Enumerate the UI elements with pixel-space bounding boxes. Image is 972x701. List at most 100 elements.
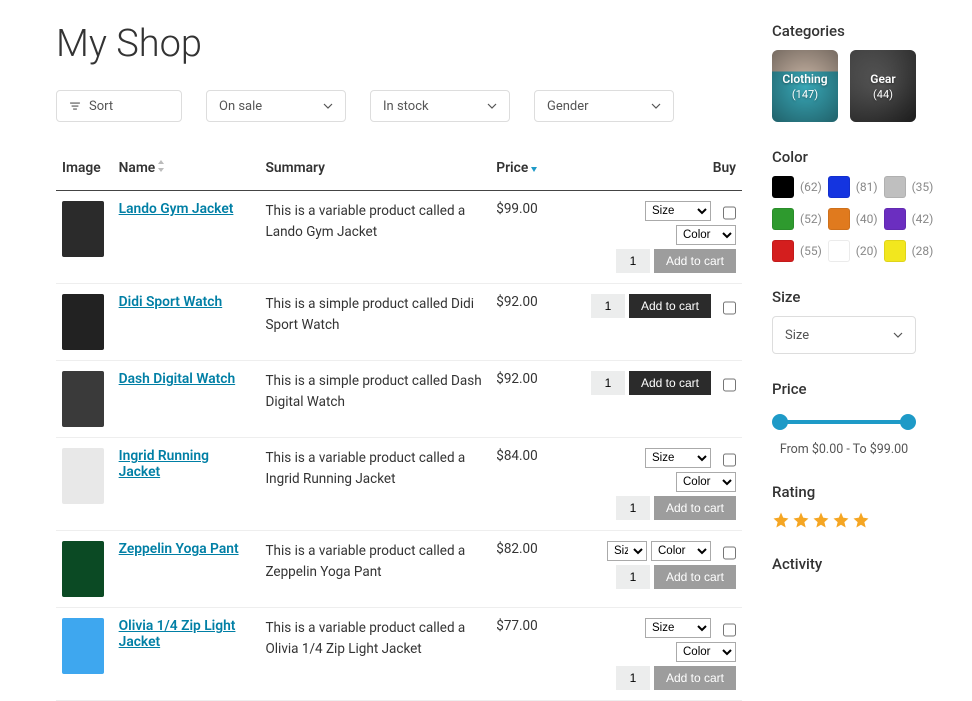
product-summary: This is a variable product called a Ingr…	[259, 438, 490, 531]
qty-input[interactable]	[616, 565, 650, 589]
add-to-cart-button[interactable]: Add to cart	[654, 249, 736, 273]
sort-icon	[69, 100, 81, 112]
product-price: $92.00	[490, 361, 553, 438]
add-to-cart-button[interactable]: Add to cart	[654, 666, 736, 690]
color-select[interactable]: Color	[676, 642, 736, 662]
color-swatch	[772, 176, 794, 198]
th-name[interactable]: Name	[113, 146, 260, 191]
qty-input[interactable]	[616, 666, 650, 690]
qty-input[interactable]	[591, 294, 625, 318]
color-select[interactable]: Color	[676, 225, 736, 245]
size-select[interactable]: Size	[607, 541, 647, 561]
rating-stars[interactable]	[772, 511, 916, 529]
color-count: (55)	[800, 244, 822, 258]
row-checkbox[interactable]	[723, 298, 736, 318]
price-range-label: From $0.00 - To $99.00	[772, 442, 916, 457]
sort-button[interactable]: Sort	[56, 90, 182, 122]
qty-input[interactable]	[616, 496, 650, 520]
filter-in-stock-label: In stock	[383, 99, 429, 114]
color-swatch	[884, 176, 906, 198]
color-swatch-item[interactable]: (35)	[884, 176, 934, 198]
color-swatch-item[interactable]: (81)	[828, 176, 878, 198]
th-summary[interactable]: Summary	[259, 146, 490, 191]
add-to-cart-button[interactable]: Add to cart	[654, 565, 736, 589]
row-checkbox[interactable]	[723, 622, 736, 638]
color-swatch-item[interactable]: (62)	[772, 176, 822, 198]
color-swatch	[828, 240, 850, 262]
sort-label: Sort	[89, 99, 113, 114]
product-summary: This is a variable product called a Zepp…	[259, 531, 490, 608]
color-swatch-item[interactable]: (42)	[884, 208, 934, 230]
rating-heading: Rating	[772, 483, 916, 501]
add-to-cart-button[interactable]: Add to cart	[654, 496, 736, 520]
category-card[interactable]: Gear (44)	[850, 50, 916, 122]
slider-thumb-max[interactable]	[900, 414, 916, 430]
color-count: (28)	[912, 244, 934, 258]
product-thumbnail[interactable]	[62, 294, 104, 350]
product-thumbnail[interactable]	[62, 618, 104, 674]
color-swatch	[828, 176, 850, 198]
table-row: Lando Gym Jacket This is a variable produ…	[56, 191, 742, 284]
filter-gender-label: Gender	[547, 99, 589, 114]
product-thumbnail[interactable]	[62, 448, 104, 504]
add-to-cart-button[interactable]: Add to cart	[629, 294, 711, 318]
size-select[interactable]: Size	[645, 618, 711, 638]
color-heading: Color	[772, 148, 916, 166]
product-summary: This is a variable product called a Oliv…	[259, 608, 490, 701]
qty-input[interactable]	[591, 371, 625, 395]
filter-on-sale-label: On sale	[219, 99, 262, 114]
product-link[interactable]: Zeppelin Yoga Pant	[119, 541, 239, 557]
table-row: Zeppelin Yoga Pant This is a variable pro…	[56, 531, 742, 608]
star-icon	[792, 511, 810, 529]
table-row: Ingrid Running Jacket This is a variable …	[56, 438, 742, 531]
product-thumbnail[interactable]	[62, 201, 104, 257]
color-swatch-item[interactable]: (52)	[772, 208, 822, 230]
filter-in-stock[interactable]: In stock	[370, 90, 510, 122]
row-checkbox[interactable]	[723, 375, 736, 395]
product-link[interactable]: Lando Gym Jacket	[119, 201, 234, 217]
category-name: Clothing	[782, 72, 827, 86]
product-link[interactable]: Ingrid Running Jacket	[119, 448, 209, 480]
filter-gender[interactable]: Gender	[534, 90, 674, 122]
product-link[interactable]: Olivia 1/4 Zip Light Jacket	[119, 618, 236, 650]
th-price[interactable]: Price	[490, 146, 553, 191]
row-checkbox[interactable]	[723, 205, 736, 221]
color-swatch-item[interactable]: (40)	[828, 208, 878, 230]
add-to-cart-button[interactable]: Add to cart	[629, 371, 711, 395]
category-card[interactable]: Clothing(147)	[772, 50, 838, 122]
product-thumbnail[interactable]	[62, 541, 104, 597]
chevron-down-icon	[323, 101, 333, 111]
product-thumbnail[interactable]	[62, 371, 104, 427]
color-swatch-item[interactable]: (55)	[772, 240, 822, 262]
color-swatch-item[interactable]: (20)	[828, 240, 878, 262]
color-swatch	[828, 208, 850, 230]
category-name: Gear	[870, 72, 895, 86]
th-image[interactable]: Image	[56, 146, 113, 191]
star-icon	[772, 511, 790, 529]
price-heading: Price	[772, 380, 916, 398]
row-checkbox[interactable]	[723, 545, 736, 561]
product-link[interactable]: Didi Sport Watch	[119, 294, 223, 310]
chevron-down-icon	[651, 101, 661, 111]
qty-input[interactable]	[616, 249, 650, 273]
product-price: $77.00	[490, 608, 553, 701]
size-select[interactable]: Size	[645, 201, 711, 221]
category-count: (44)	[873, 88, 893, 101]
color-count: (42)	[912, 212, 934, 226]
color-select[interactable]: Color	[676, 472, 736, 492]
color-select[interactable]: Color	[651, 541, 711, 561]
color-swatch	[884, 208, 906, 230]
price-slider[interactable]	[772, 414, 916, 430]
size-select[interactable]: Size	[772, 316, 916, 354]
color-swatch-item[interactable]: (28)	[884, 240, 934, 262]
product-summary: This is a variable product called a Land…	[259, 191, 490, 284]
product-price: $99.00	[490, 191, 553, 284]
row-checkbox[interactable]	[723, 452, 736, 468]
product-link[interactable]: Dash Digital Watch	[119, 371, 236, 387]
slider-thumb-min[interactable]	[772, 414, 788, 430]
size-select[interactable]: Size	[645, 448, 711, 468]
chevron-down-icon	[487, 101, 497, 111]
color-count: (52)	[800, 212, 822, 226]
filters-row: Sort On sale In stock Gender	[56, 90, 742, 122]
filter-on-sale[interactable]: On sale	[206, 90, 346, 122]
